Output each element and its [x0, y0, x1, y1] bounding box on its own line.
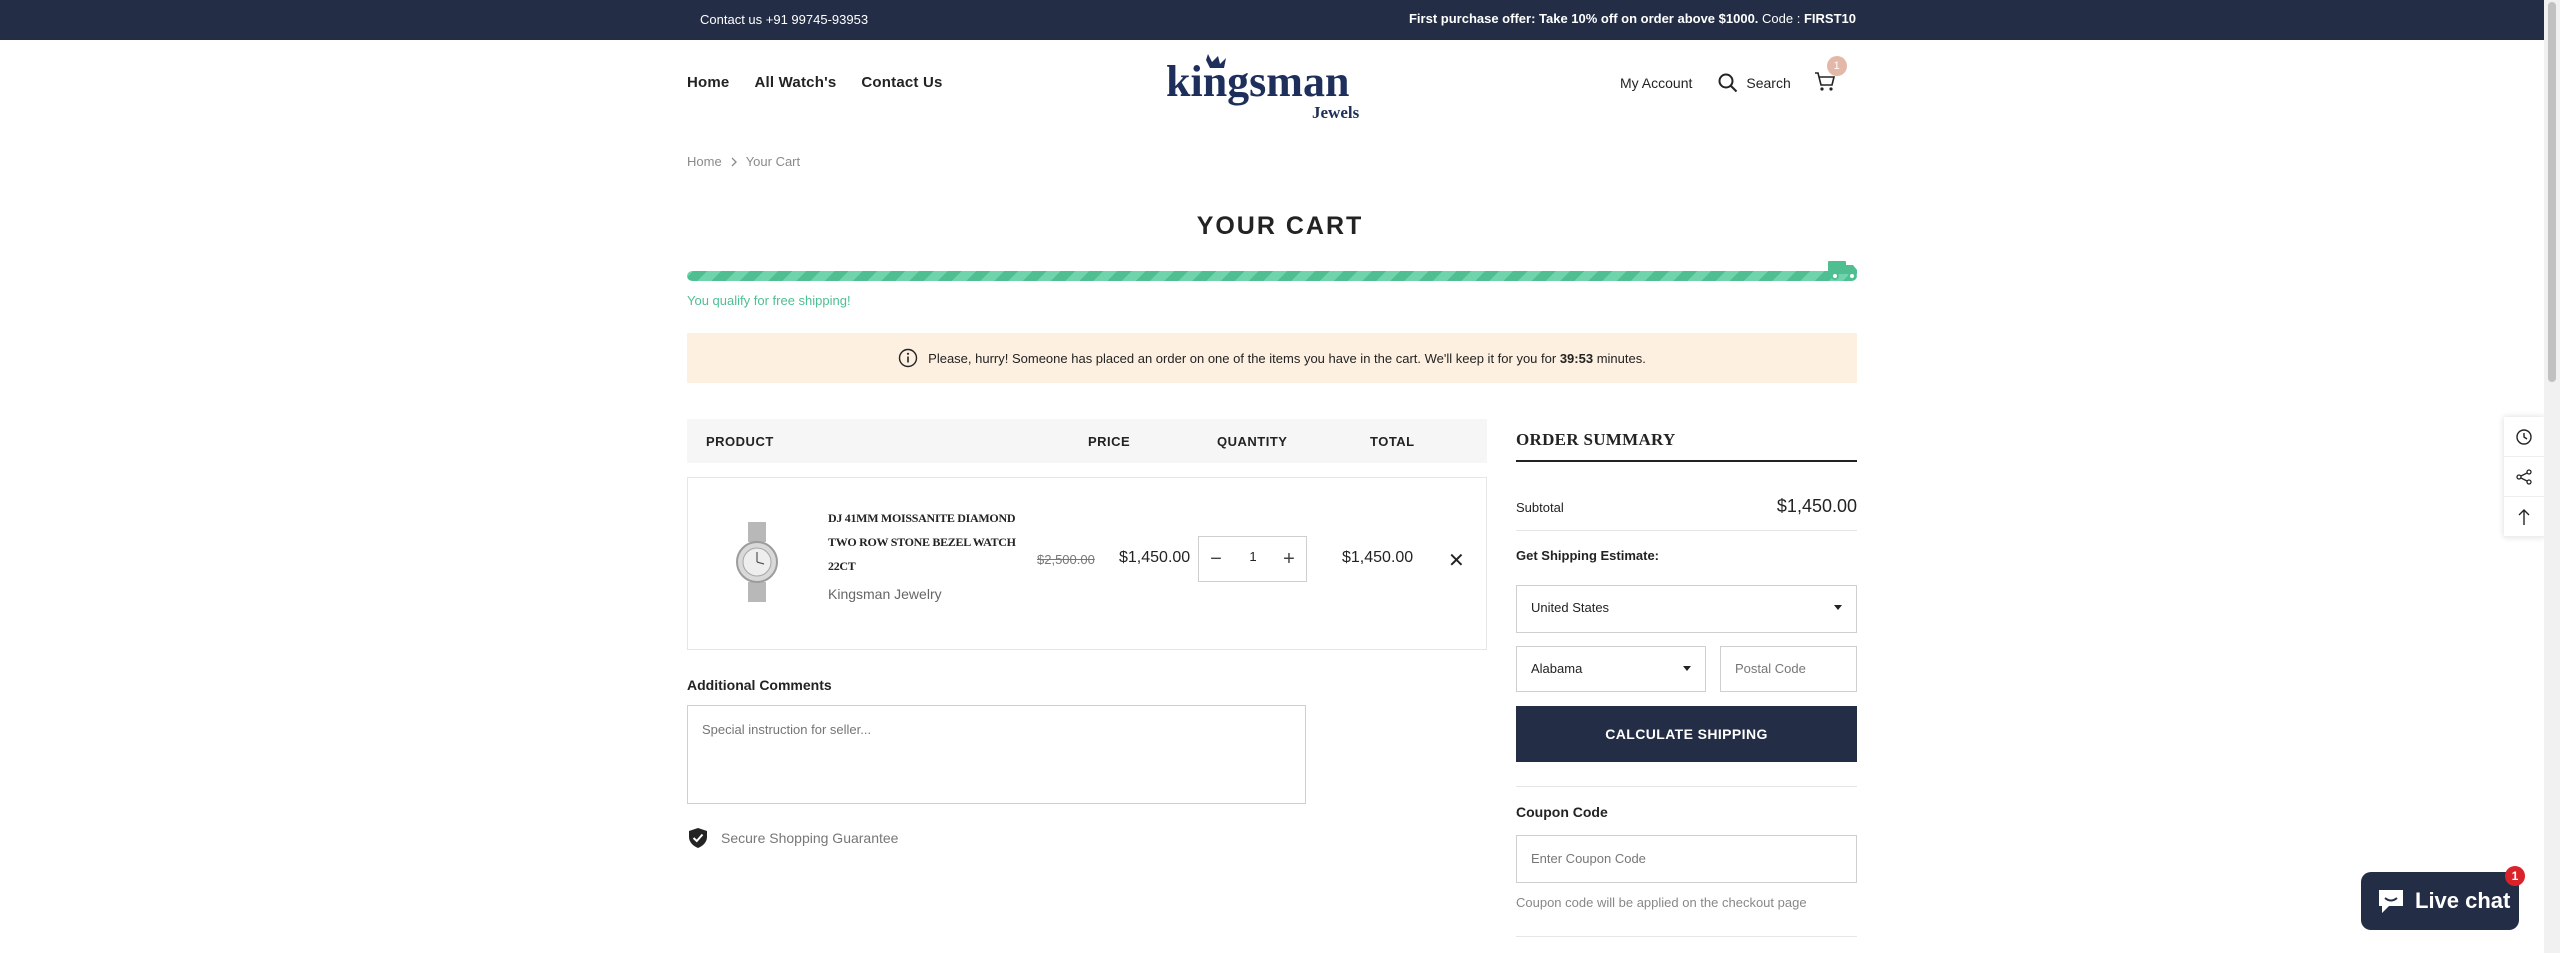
subtotal-row: Subtotal $1,450.00	[1516, 492, 1857, 522]
search-label: Search	[1746, 75, 1791, 91]
offer-code: FIRST10	[1803, 11, 1856, 26]
product-title[interactable]: DJ 41MM MOISSANITE DIAMOND TWO ROW STONE…	[828, 506, 1038, 578]
notice-suffix: minutes.	[1596, 350, 1646, 366]
site-header: Home All Watch's Contact Us kingsman Jew…	[0, 40, 2560, 130]
nav-all-watches[interactable]: All Watch's	[754, 74, 836, 91]
live-chat-label: Live chat	[2415, 888, 2511, 913]
share-button[interactable]	[2504, 457, 2544, 497]
notice-text: Please, hurry! Someone has placed an ord…	[928, 350, 1557, 366]
offer-code-label: Code :	[1762, 11, 1801, 26]
chevron-right-icon	[731, 157, 737, 166]
cart-line-item: DJ 41MM MOISSANITE DIAMOND TWO ROW STONE…	[687, 477, 1487, 650]
nav-home[interactable]: Home	[687, 74, 729, 91]
shipping-progress-fill	[687, 271, 1857, 281]
quantity-stepper: − 1 +	[1198, 536, 1307, 582]
free-shipping-message: You qualify for free shipping!	[687, 293, 851, 308]
coupon-note: Coupon code will be applied on the check…	[1516, 895, 1807, 910]
cart-count-badge: 1	[1826, 56, 1847, 76]
logo-sub: Jewels	[1312, 103, 1360, 122]
quantity-increase-button[interactable]: +	[1278, 548, 1300, 570]
shipping-progress-bar	[687, 271, 1857, 281]
unit-price: $1,450.00	[1119, 549, 1191, 566]
calculate-shipping-button[interactable]: CALCULATE SHIPPING	[1516, 706, 1857, 762]
order-summary: ORDER SUMMARY Subtotal $1,450.00 Get Shi…	[1516, 430, 1857, 937]
cart-table-header: PRODUCT PRICE QUANTITY TOTAL	[687, 419, 1487, 463]
postal-code-input[interactable]: Postal Code	[1720, 646, 1857, 692]
compare-at-price: $2,500.00	[1037, 552, 1095, 567]
header-actions: My Account Search 1	[1620, 56, 1847, 96]
breadcrumb-current: Your Cart	[745, 154, 801, 169]
comments-textarea[interactable]	[687, 705, 1306, 804]
subtotal-amount: $1,450.00	[1776, 496, 1857, 516]
info-icon	[898, 348, 918, 368]
product-vendor: Kingsman Jewelry	[828, 586, 942, 602]
col-product: PRODUCT	[706, 434, 774, 449]
coupon-input[interactable]: Enter Coupon Code	[1516, 835, 1857, 883]
announcement-bar: Contact us +91 99745-93953 First purchas…	[0, 0, 2560, 40]
breadcrumb: Home Your Cart	[687, 154, 800, 169]
truck-icon	[1828, 261, 1857, 280]
col-quantity: QUANTITY	[1217, 434, 1288, 449]
scrollbar-thumb[interactable]	[2548, 2, 2556, 382]
caret-down-icon	[1683, 666, 1691, 671]
secure-shopping-badge: Secure Shopping Guarantee	[687, 827, 898, 849]
shipping-estimate-label: Get Shipping Estimate:	[1516, 548, 1660, 563]
comments-label: Additional Comments	[687, 677, 832, 693]
offer-text: First purchase offer: Take 10% off on or…	[1409, 11, 1856, 26]
remove-item-button[interactable]: ✕	[1448, 548, 1465, 573]
cart-button[interactable]: 1	[1813, 56, 1847, 96]
secure-text: Secure Shopping Guarantee	[721, 830, 899, 846]
contact-text[interactable]: Contact us +91 99745-93953	[700, 12, 868, 27]
share-icon	[2516, 468, 2532, 485]
order-summary-title: ORDER SUMMARY	[1516, 430, 1857, 462]
subtotal-label: Subtotal	[1516, 500, 1564, 515]
nav-contact[interactable]: Contact Us	[861, 74, 942, 91]
cart-hurry-notice: Please, hurry! Someone has placed an ord…	[687, 333, 1857, 383]
divider	[1516, 786, 1857, 787]
offer-message: First purchase offer: Take 10% off on or…	[1408, 11, 1759, 26]
chat-bubble-icon	[2379, 890, 2403, 913]
coupon-label: Coupon Code	[1516, 804, 1608, 820]
kingsman-logo[interactable]: kingsman Jewels	[1166, 52, 1378, 122]
logo-brand: kingsman	[1166, 57, 1349, 106]
quantity-input[interactable]: 1	[1233, 549, 1273, 564]
notice-timer: 39:53	[1559, 350, 1594, 366]
divider	[1516, 530, 1857, 531]
chat-notification-badge: 1	[2505, 866, 2525, 886]
history-icon	[2516, 428, 2532, 445]
state-value: Alabama	[1531, 661, 1583, 676]
live-chat-button[interactable]: Live chat	[2361, 872, 2519, 930]
country-select[interactable]: United States	[1516, 585, 1857, 633]
utility-rail	[2504, 417, 2544, 537]
search-icon	[1718, 73, 1738, 93]
arrow-up-icon	[2518, 508, 2530, 525]
product-image[interactable]	[732, 522, 782, 602]
country-value: United States	[1531, 600, 1610, 615]
page-title: YOUR CART	[1196, 212, 1364, 240]
back-to-top-button[interactable]	[2504, 497, 2544, 537]
divider	[1516, 936, 1857, 937]
line-total: $1,450.00	[1342, 549, 1414, 566]
recently-viewed-button[interactable]	[2504, 417, 2544, 457]
quantity-decrease-button[interactable]: −	[1205, 548, 1227, 570]
col-total: TOTAL	[1370, 434, 1415, 449]
page-scrollbar[interactable]	[2544, 0, 2560, 953]
state-select[interactable]: Alabama	[1516, 646, 1706, 692]
search-button[interactable]: Search	[1718, 73, 1791, 93]
col-price: PRICE	[1088, 434, 1131, 449]
my-account-link[interactable]: My Account	[1620, 75, 1692, 91]
main-nav: Home All Watch's Contact Us	[687, 74, 943, 91]
caret-down-icon	[1834, 605, 1842, 610]
breadcrumb-home[interactable]: Home	[687, 154, 722, 169]
shield-check-icon	[689, 828, 707, 848]
